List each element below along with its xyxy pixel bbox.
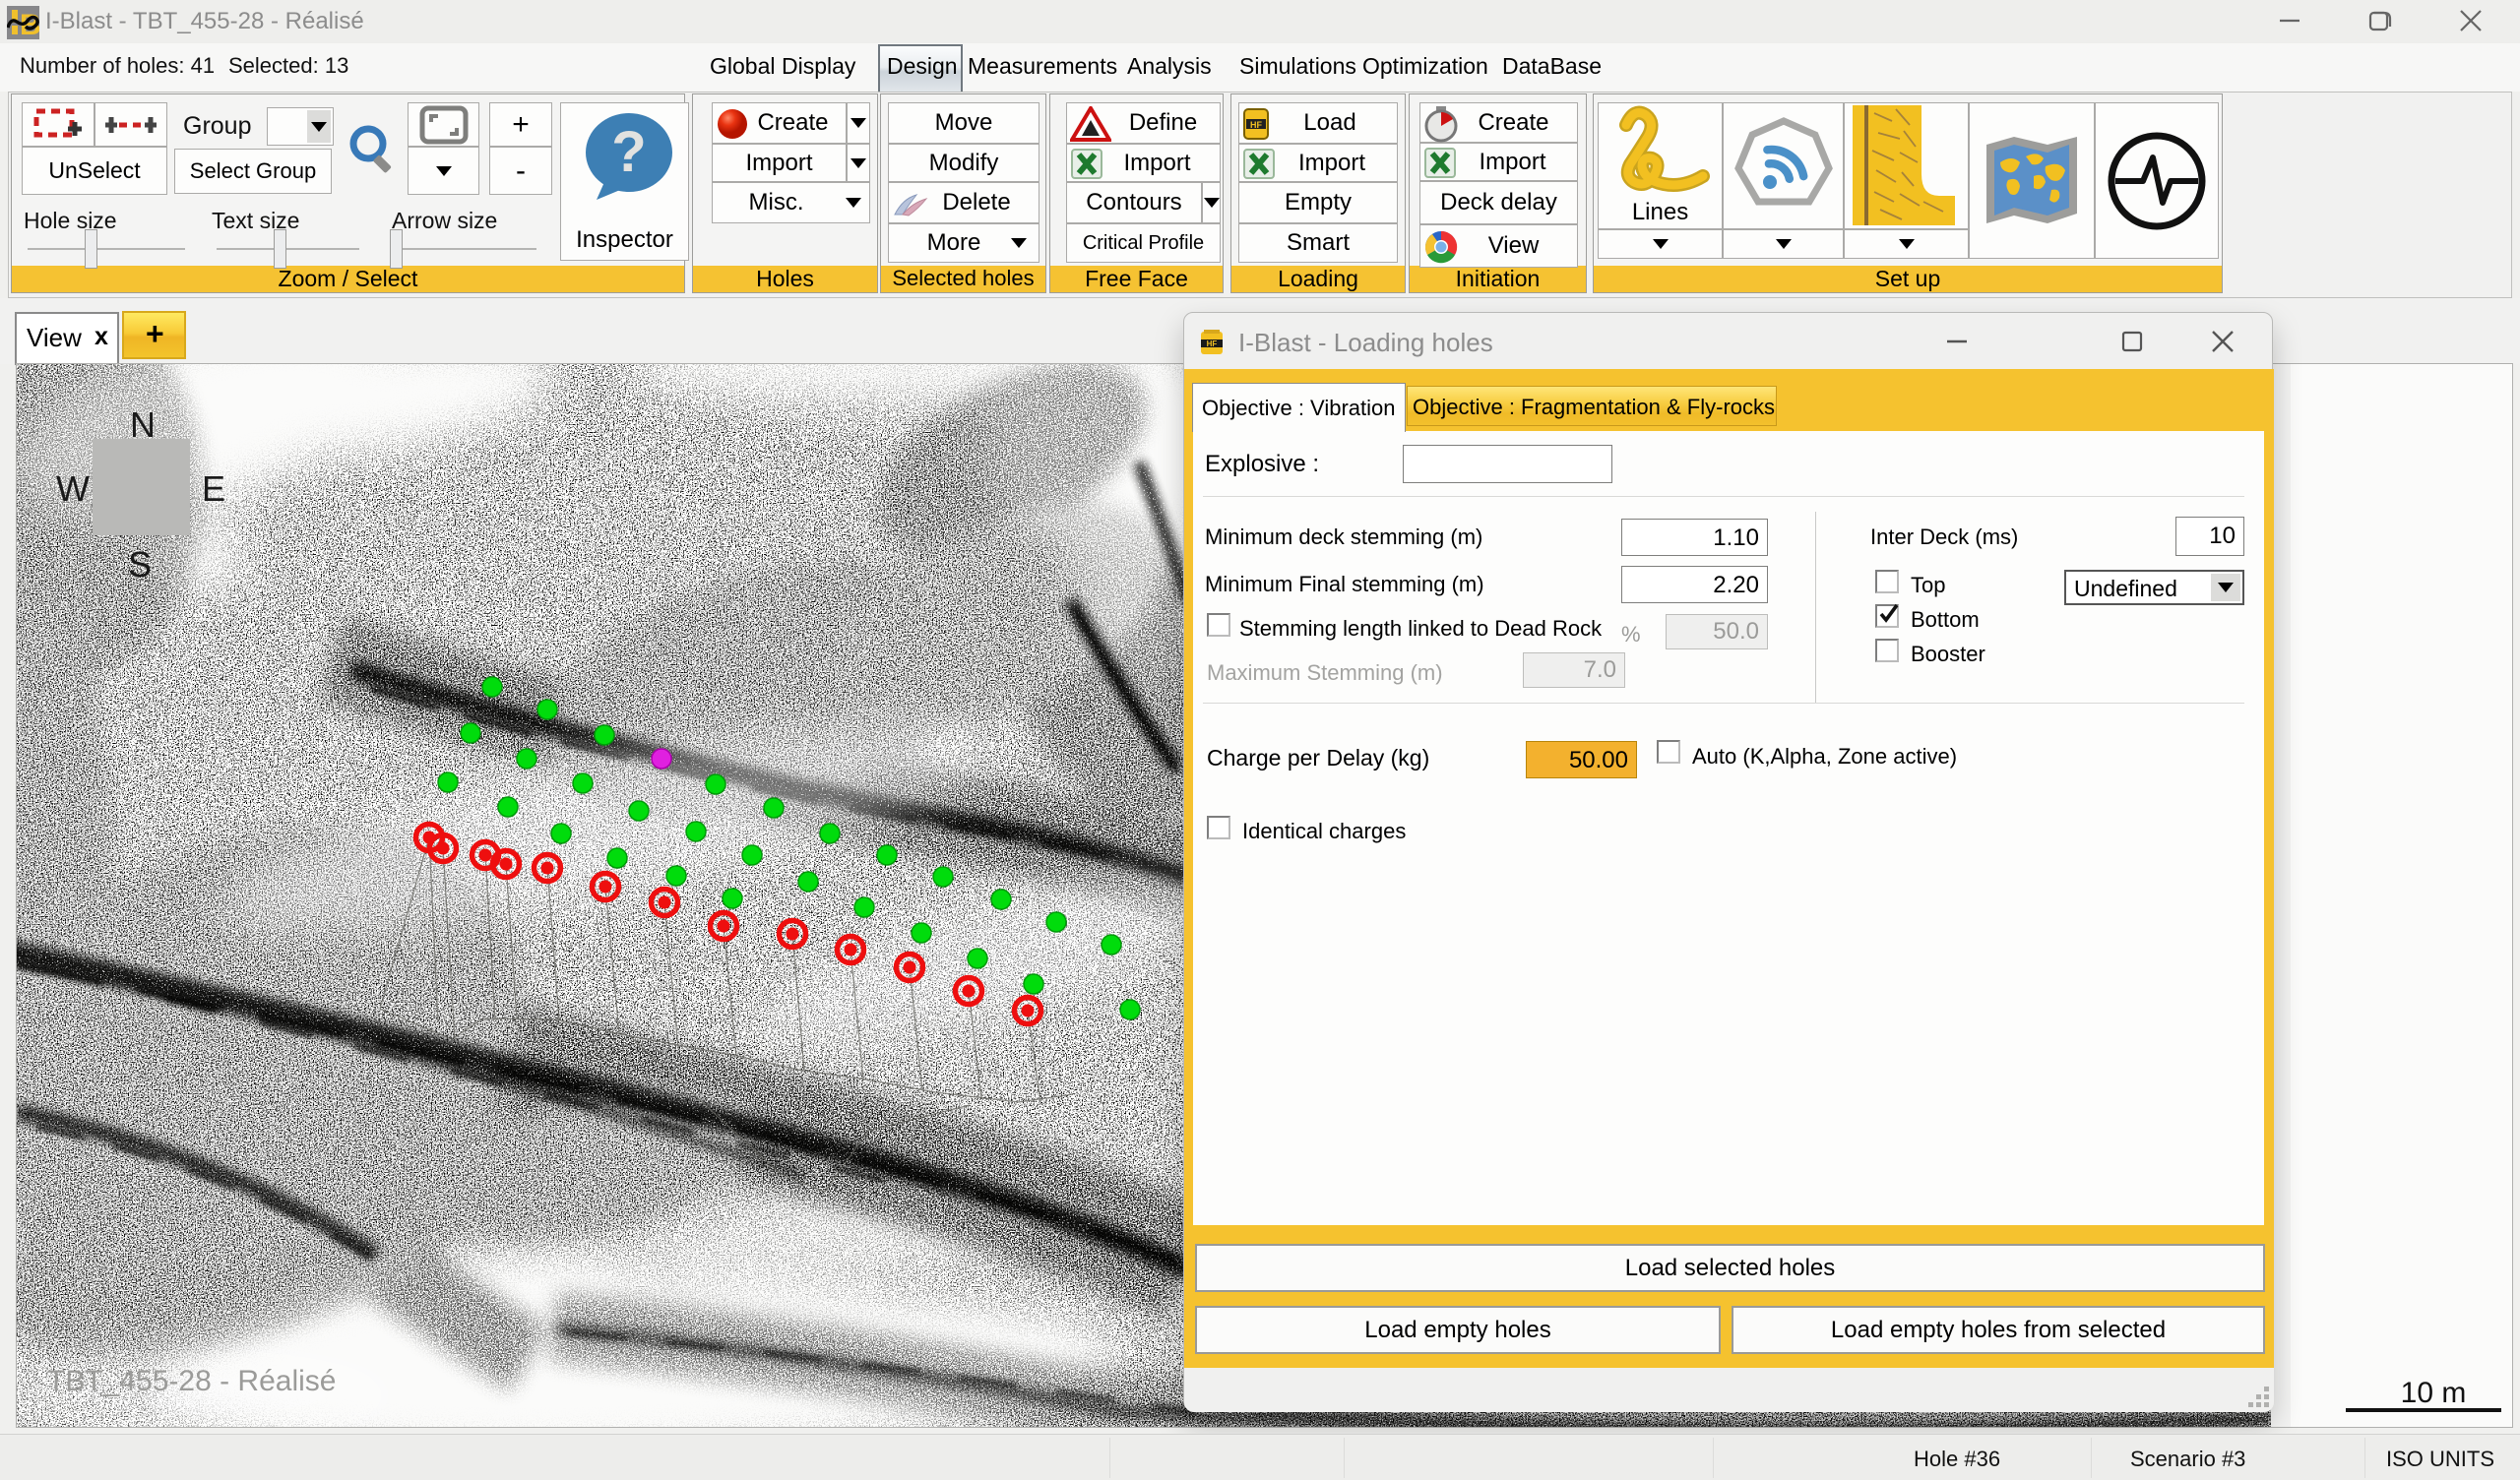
svg-text:TBT_455-28 - Réalisé: TBT_455-28 - Réalisé <box>47 1365 336 1397</box>
svg-text:10 m: 10 m <box>2401 1377 2467 1409</box>
svg-text:E: E <box>202 468 225 509</box>
svg-text:HF: HF <box>1250 120 1262 130</box>
svg-text:N: N <box>130 404 156 445</box>
svg-text:W: W <box>56 468 90 509</box>
svg-text:S: S <box>128 544 152 585</box>
svg-text:?: ? <box>611 120 646 184</box>
svg-text:HF: HF <box>1207 339 1218 348</box>
